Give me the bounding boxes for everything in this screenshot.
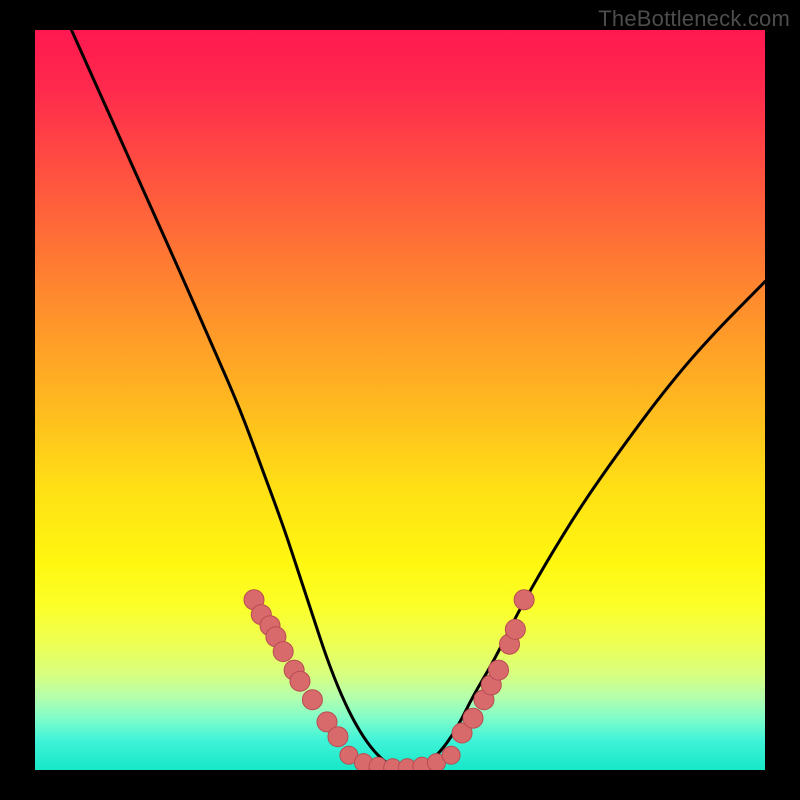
curve-layer: [72, 30, 766, 770]
bottleneck-curve-path: [72, 30, 766, 770]
chart-frame: TheBottleneck.com: [0, 0, 800, 800]
cluster-point: [302, 690, 322, 710]
cluster-point: [290, 671, 310, 691]
cluster-point: [328, 727, 348, 747]
watermark-text: TheBottleneck.com: [598, 6, 790, 32]
cluster-point: [442, 746, 460, 764]
cluster-points-layer: [244, 590, 534, 770]
cluster-point: [489, 660, 509, 680]
cluster-point: [463, 708, 483, 728]
plot-area: [35, 30, 765, 770]
cluster-point: [273, 642, 293, 662]
cluster-point: [505, 619, 525, 639]
bottleneck-curve-svg: [35, 30, 765, 770]
cluster-point: [514, 590, 534, 610]
